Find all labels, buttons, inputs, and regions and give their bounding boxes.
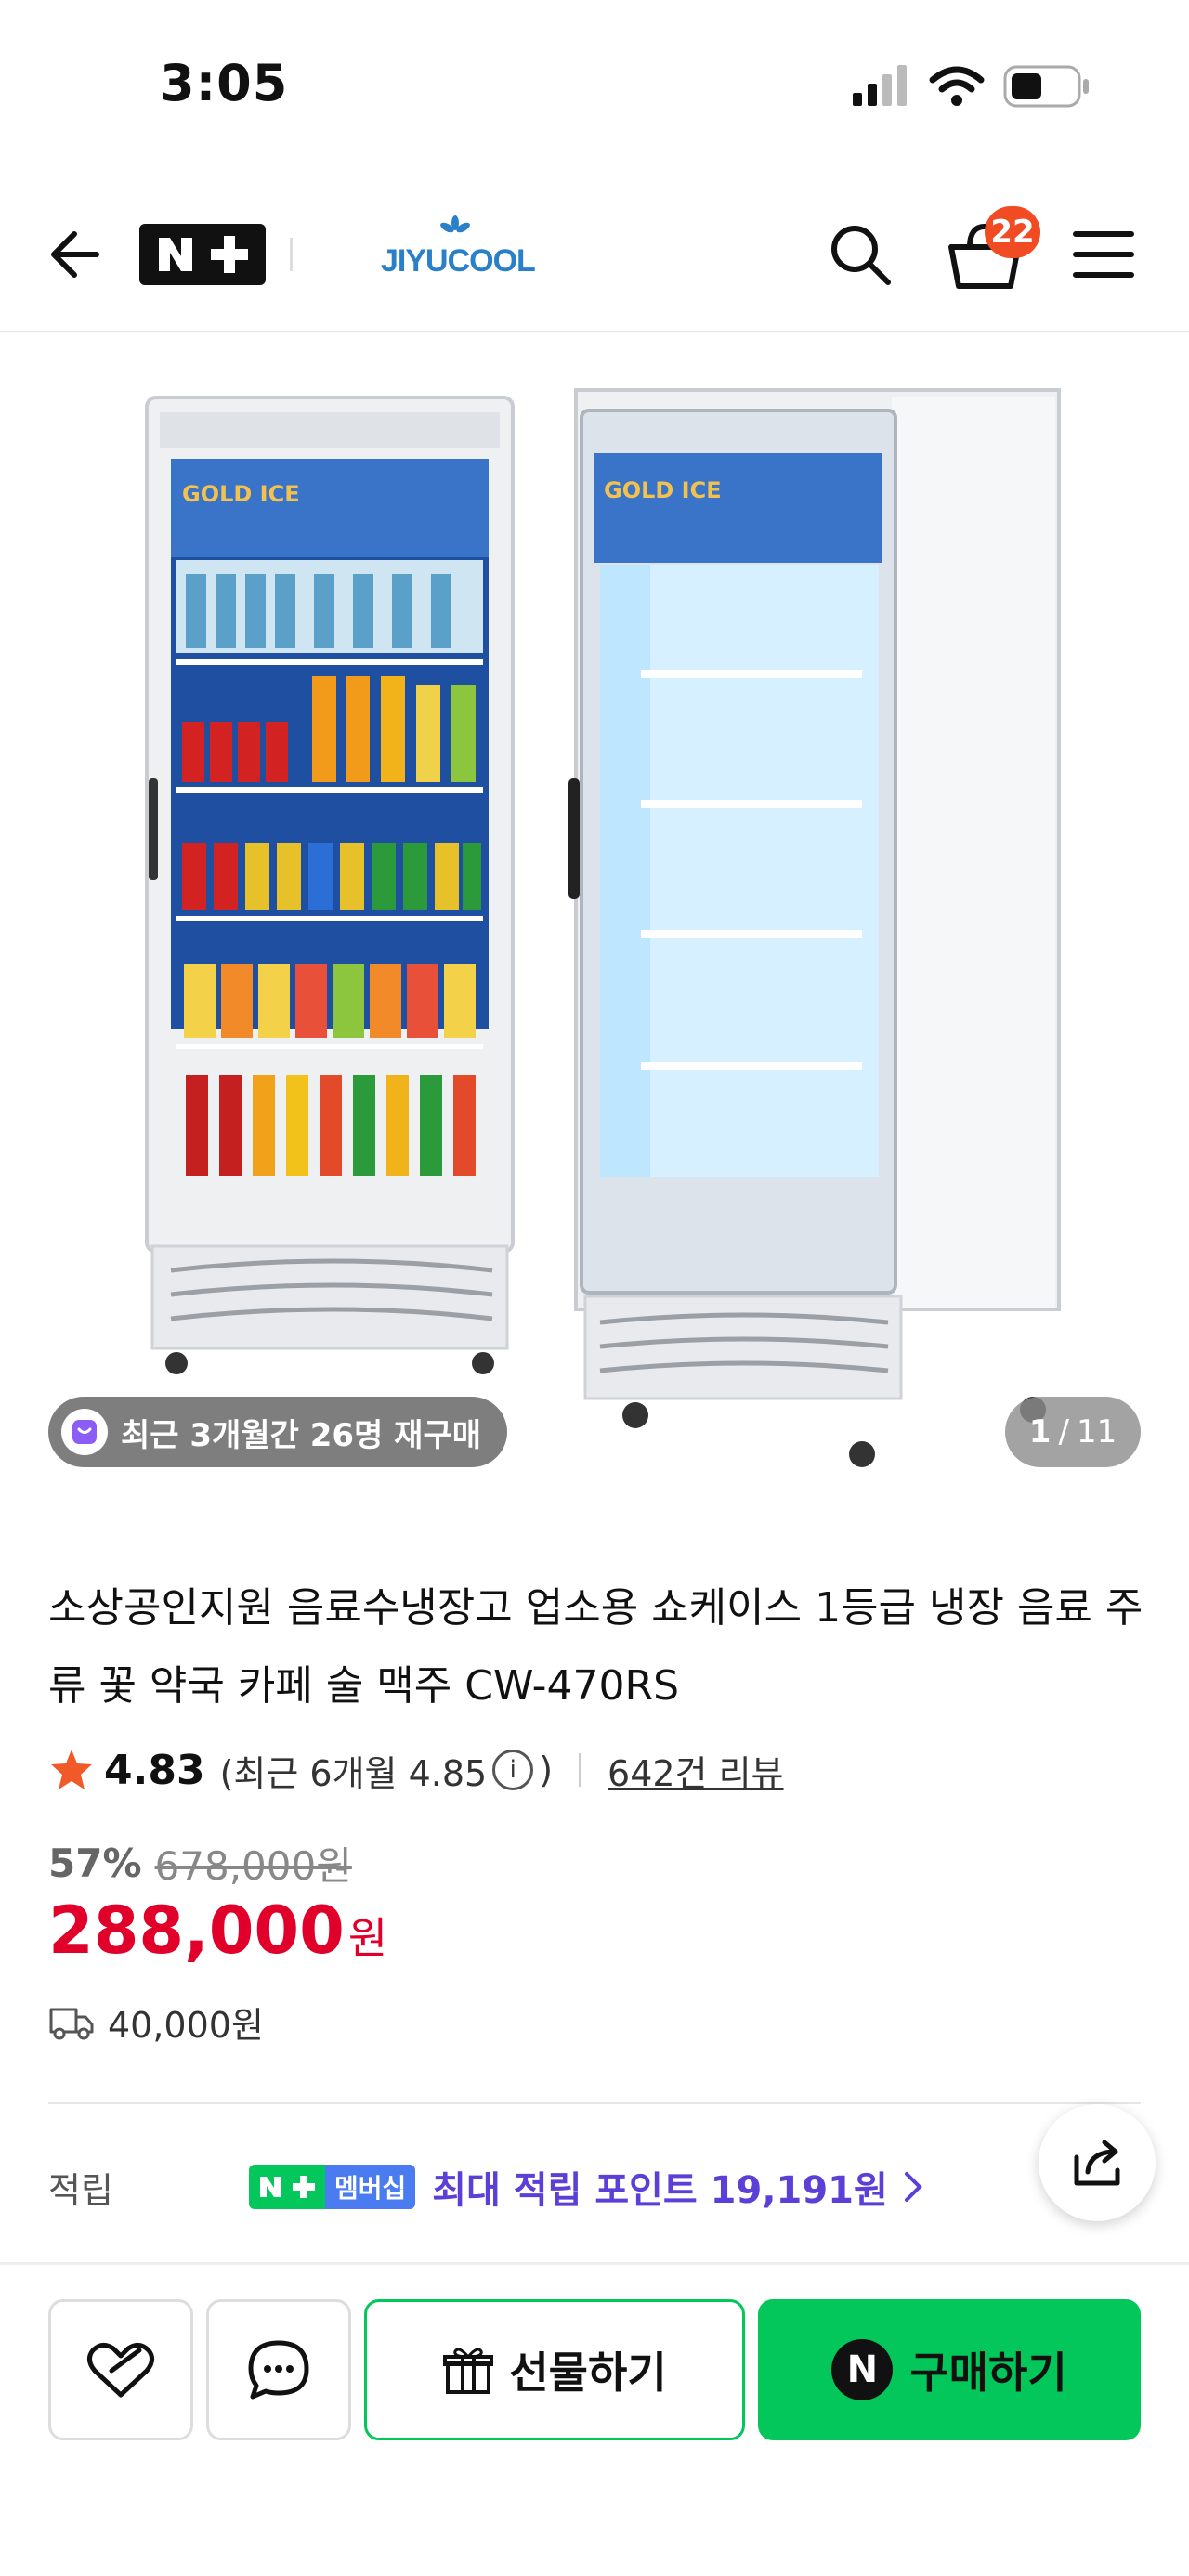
gift-label: 선물하기 xyxy=(509,2348,667,2398)
wishlist-button[interactable] xyxy=(48,2299,193,2440)
star-icon xyxy=(51,1750,92,1789)
heart-icon xyxy=(87,2343,154,2398)
sale-currency: 원 xyxy=(347,1913,388,1963)
shipping-fee: 40,000원 xyxy=(108,2005,264,2046)
chat-bubble-icon xyxy=(248,2340,309,2400)
repurchase-text: 최근 3개월간 26명 재구매 xyxy=(121,1416,482,1454)
fridge-sign-right: GOLD ICE xyxy=(604,477,722,503)
recent-rating: (최근 6개월 4.85 xyxy=(219,1752,488,1794)
product-photo: GOLD ICE GOLD ICE xyxy=(145,388,1061,1467)
rating-row: 4.83 (최근 6개월 4.85 i ) 642건 리뷰 xyxy=(48,1742,784,1798)
review-count-link[interactable]: 642건 리뷰 xyxy=(608,1745,784,1796)
membership-label: 멤버십 xyxy=(325,2165,416,2209)
back-arrow-icon[interactable] xyxy=(43,225,102,284)
info-icon[interactable]: i xyxy=(492,1750,534,1790)
repurchase-bag-icon xyxy=(61,1409,108,1455)
brand-logo[interactable]: JIYUCOOL xyxy=(381,243,536,280)
sale-price-row: 288,000 원 xyxy=(48,1893,387,1969)
menu-icon[interactable] xyxy=(1072,228,1135,280)
rating-separator xyxy=(579,1753,582,1787)
discount-rate: 57% xyxy=(48,1841,142,1886)
original-price: 678,000원 xyxy=(154,1843,352,1889)
points-label: 적립 xyxy=(48,2169,113,2211)
buy-label: 구매하기 xyxy=(909,2348,1067,2398)
discount-row: 57% 678,000원 xyxy=(48,1835,352,1892)
naver-pay-n-icon: N xyxy=(831,2339,894,2400)
points-row[interactable]: 적립 멤버십 최대 적립 포인트 19,191원 xyxy=(48,2156,925,2218)
recent-rating-close: ) xyxy=(539,1750,554,1790)
naver-plus-membership-badge: 멤버십 xyxy=(249,2165,416,2209)
image-index: 1 xyxy=(1028,1413,1052,1451)
shipping-row: 40,000원 xyxy=(48,1997,264,2048)
cellular-signal-icon xyxy=(853,65,907,106)
product-image-gallery[interactable]: GOLD ICE GOLD ICE xyxy=(0,332,1189,1493)
n-letter-icon xyxy=(159,238,192,271)
buy-now-button[interactable]: N 구매하기 xyxy=(758,2299,1141,2440)
naver-plus-logo[interactable] xyxy=(139,224,266,285)
battery-icon xyxy=(1003,65,1089,108)
max-points-text: 최대 적립 포인트 19,191원 xyxy=(432,2169,888,2212)
bottom-bar-divider xyxy=(0,2262,1189,2265)
rating-value: 4.83 xyxy=(104,1746,205,1794)
cart-count-badge: 22 xyxy=(985,206,1040,258)
product-title: 소상공인지원 음료수냉장고 업소용 쇼케이스 1등급 냉장 음료 주류 꽃 약국… xyxy=(48,1584,1143,1710)
fridge-sign-left: GOLD ICE xyxy=(182,481,300,507)
plus-icon xyxy=(211,236,248,273)
share-icon xyxy=(1074,2140,1120,2186)
header-divider xyxy=(290,238,293,271)
talk-talk-button[interactable] xyxy=(206,2299,351,2440)
chevron-right-icon xyxy=(904,2172,922,2202)
image-counter: 1 / 11 xyxy=(1005,1397,1141,1467)
search-icon[interactable] xyxy=(827,221,894,288)
gift-button[interactable]: 선물하기 xyxy=(364,2299,745,2440)
section-divider xyxy=(48,2102,1141,2104)
n-plus-mini-icon xyxy=(249,2165,325,2209)
sale-price: 288,000 xyxy=(48,1893,345,1969)
repurchase-badge: 최근 3개월간 26명 재구매 xyxy=(48,1397,508,1467)
status-time: 3:05 xyxy=(160,54,289,112)
truck-icon xyxy=(49,2008,94,2039)
image-counter-separator: / xyxy=(1058,1413,1069,1451)
share-button[interactable] xyxy=(1039,2104,1156,2221)
image-total: 11 xyxy=(1076,1413,1117,1451)
gift-icon xyxy=(443,2348,494,2394)
wifi-icon xyxy=(929,66,985,106)
